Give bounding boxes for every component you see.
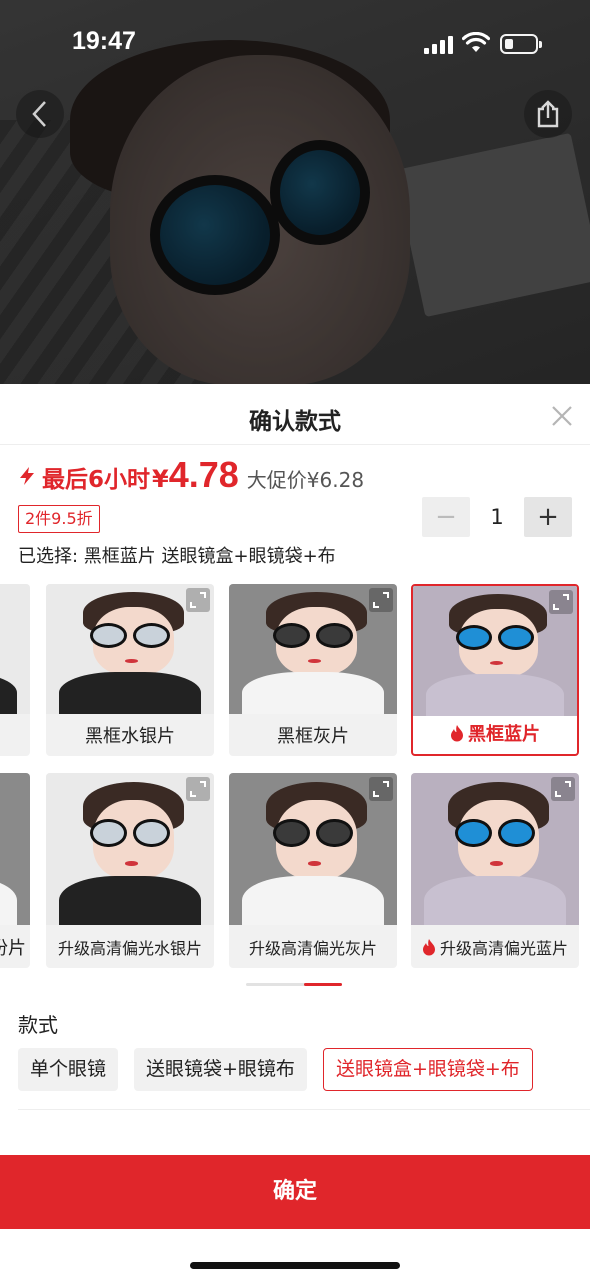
increase-button[interactable]: + [524,497,572,537]
countdown-text: 最后6小时 [42,467,151,493]
share-icon [537,100,559,128]
expand-icon[interactable] [186,588,210,612]
grid-page-indicator [246,983,342,987]
discount-tag: 2件9.5折 [18,505,100,533]
header-divider [0,444,590,445]
cellular-signal-icon [424,34,454,54]
decrease-button[interactable]: − [422,497,470,537]
price-row: 最后6小时 ¥ 4.78 大促价¥6.28 [18,454,364,498]
variant-label: 黑框蓝片 [468,724,540,745]
wifi-icon [462,32,490,52]
options-divider [18,1109,590,1110]
current-price: 4.78 [168,454,239,495]
variant-label: 黑框灰片 [277,726,349,747]
flash-icon [20,467,34,485]
price-currency: ¥ [152,465,169,493]
style-option[interactable]: 单个眼镜 [18,1048,119,1091]
expand-icon[interactable] [549,590,573,614]
variant-tile[interactable]: 升级高清偏光水银片 [46,773,214,968]
variant-label: 升级高清偏光灰片 [248,938,377,958]
variant-tile[interactable]: 升级高清偏光蓝片 [411,773,579,968]
variant-label: 升级高清偏光蓝片 [439,938,568,958]
chevron-left-icon [32,101,46,127]
home-indicator [190,1262,400,1269]
expand-icon[interactable] [369,588,393,612]
variant-label [0,714,30,756]
battery-icon [500,34,542,54]
variant-label: 份片 [0,937,26,959]
style-option[interactable]: 送眼镜盒+眼镜袋+布 [322,1048,533,1091]
expand-icon[interactable] [551,777,575,801]
quantity-stepper: − 1 + [422,497,572,537]
promo-price: 大促价¥6.28 [246,468,365,492]
style-option[interactable]: 送眼镜袋+眼镜布 [134,1048,307,1091]
selected-summary: 已选择: 黑框蓝片 送眼镜盒+眼镜袋+布 [18,546,336,567]
close-icon[interactable] [548,402,576,430]
fire-icon [422,938,435,955]
status-time: 19:47 [72,27,136,55]
confirm-button[interactable]: 确定 [0,1155,590,1229]
variant-tile[interactable]: 黑框水银片 [46,584,214,756]
status-bar: 19:47 [0,0,590,88]
share-button[interactable] [524,90,572,138]
variant-label: 升级高清偏光水银片 [57,938,202,958]
expand-icon[interactable] [186,777,210,801]
back-button[interactable] [16,90,64,138]
variant-label: 黑框水银片 [85,726,175,747]
variant-tile-partial[interactable] [0,584,30,756]
variant-grid: 份片 黑框水银片 黑框灰片 黑框蓝片升级高清偏光水银片 升级高清偏光灰片 升级高清偏光蓝片 [0,584,590,974]
variant-tile[interactable]: 黑框灰片 [229,584,397,756]
style-options: 单个眼镜 送眼镜袋+眼镜布 送眼镜盒+眼镜袋+布 [18,1048,533,1091]
variant-tile-partial[interactable]: 份片 [0,773,30,968]
expand-icon[interactable] [369,777,393,801]
fire-icon [451,725,463,742]
quantity-value: 1 [490,505,504,529]
variant-selection-sheet: 确认款式 最后6小时 ¥ 4.78 大促价¥6.28 2件9.5折 − 1 + … [0,384,590,1280]
variant-tile[interactable]: 升级高清偏光灰片 [229,773,397,968]
style-section-title: 款式 [18,1013,58,1037]
sheet-title: 确认款式 [249,409,341,435]
variant-tile[interactable]: 黑框蓝片 [411,584,579,756]
